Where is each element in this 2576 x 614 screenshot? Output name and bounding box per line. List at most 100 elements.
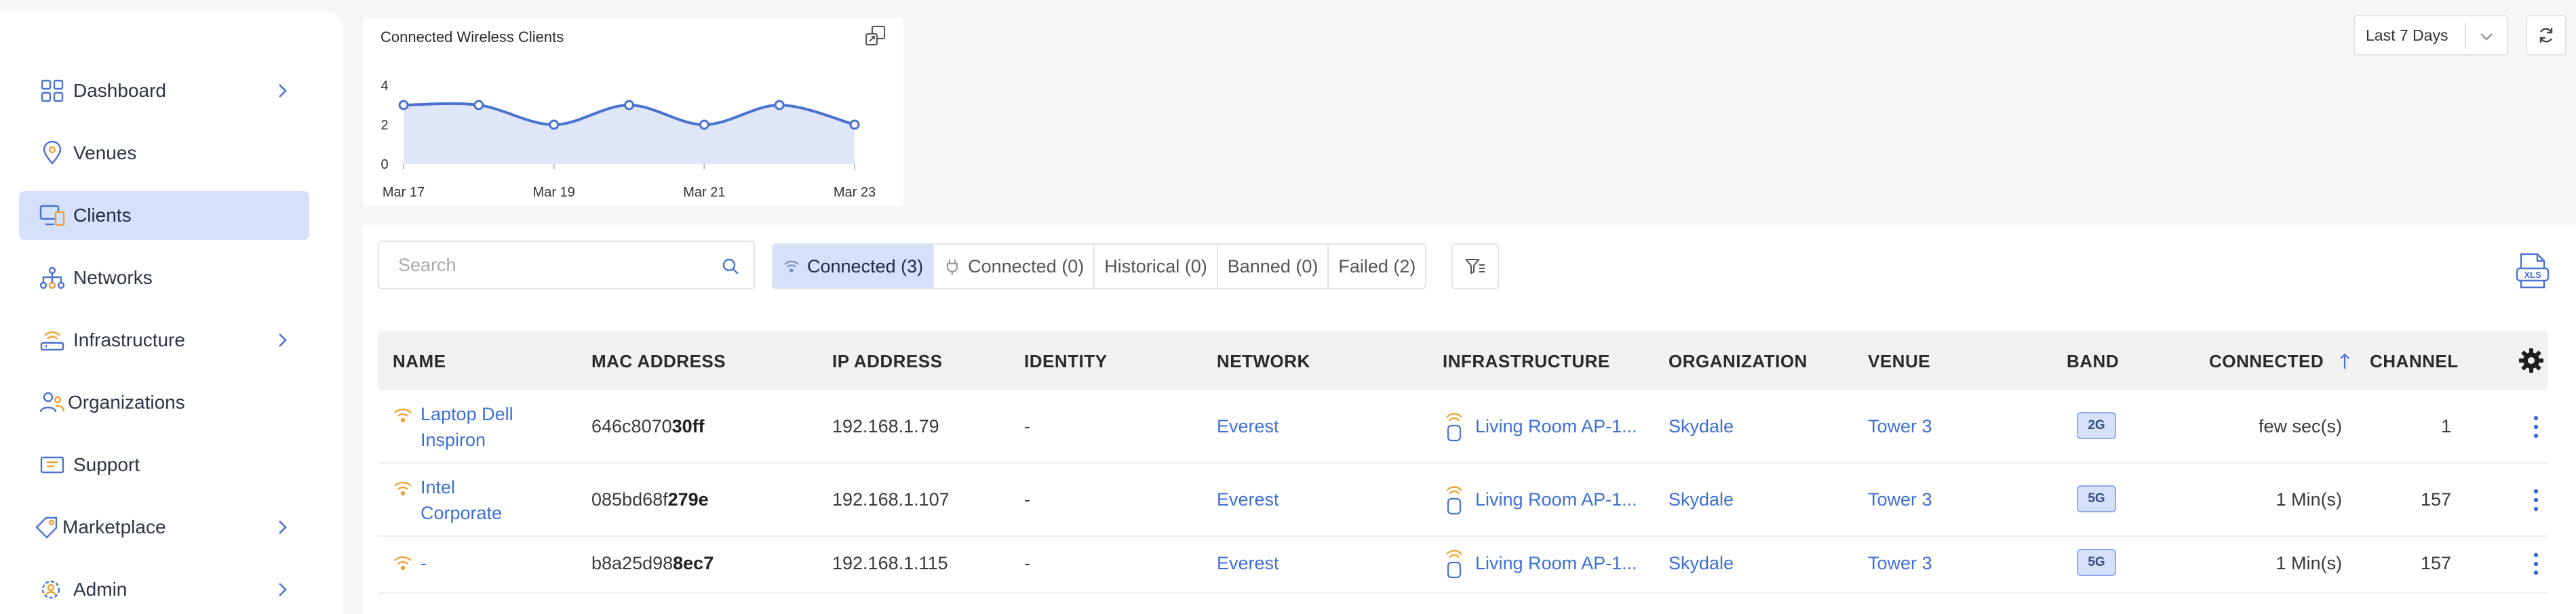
sidebar-item-infrastructure[interactable]: Infrastructure [19,316,309,365]
table-row[interactable]: Intel Corporate 085bd68f279e 192.168.1.1… [378,464,2548,537]
date-range-select[interactable]: Last 7 Days [2354,15,2508,56]
admin-gear-user-icon [37,574,68,605]
identity: - [1024,416,1030,436]
tab-banned[interactable]: Banned (0) [1217,245,1329,288]
connected-duration: few sec(s) [2258,416,2342,436]
venue-link[interactable]: Tower 3 [1868,416,1932,437]
col-header-ip[interactable]: IP ADDRESS [832,351,943,372]
x-tick-label: Mar 21 [683,185,725,200]
venue-link[interactable]: Tower 3 [1868,489,1932,510]
tab-label: Failed (2) [1338,255,1416,277]
sidebar-item-label: Admin [73,579,128,600]
col-header-network[interactable]: NETWORK [1217,351,1310,372]
refresh-icon [2539,28,2553,43]
sidebar-item-marketplace[interactable]: Marketplace [19,503,309,552]
mac-prefix: 646c8070 [591,416,672,436]
tab-label: Banned (0) [1227,255,1319,277]
y-tick-label: 4 [380,79,388,94]
tab-failed[interactable]: Failed (2) [1329,245,1426,288]
expand-icon[interactable] [864,24,887,47]
network-link[interactable]: Everest [1217,416,1279,437]
client-name-link[interactable]: - [421,553,427,574]
wifi-signal-icon [394,556,412,571]
x-tick-label: Mar 23 [834,185,876,200]
chevron-right-icon[interactable] [273,580,292,599]
infrastructure-link[interactable]: Living Room AP-1... [1475,553,1637,574]
refresh-button[interactable] [2526,15,2567,56]
column-filter-button[interactable] [1451,243,1499,289]
sidebar-item-label: Clients [73,205,132,226]
network-link[interactable]: Everest [1217,553,1279,574]
mac-suffix: 30ff [671,416,705,436]
filter-icon [1464,259,1485,274]
tab-connected-wired[interactable]: Connected (0) [934,245,1095,288]
chart-data-point [398,100,409,110]
col-header-identity[interactable]: IDENTITY [1024,351,1107,372]
chevron-right-icon[interactable] [273,81,292,100]
network-link[interactable]: Everest [1217,489,1279,510]
table-row[interactable]: - b8a25d988ec7 192.168.1.115 - Everest L… [378,537,2548,594]
ip-address: 192.168.1.79 [832,416,939,436]
identity: - [1024,489,1030,510]
table-row[interactable]: Laptop Dell Inspiron 646c807030ff 192.16… [378,390,2548,464]
organization-link[interactable]: Skydale [1668,489,1734,510]
col-header-venue[interactable]: VENUE [1868,351,1930,372]
access-point-icon [1446,550,1462,579]
col-header-name[interactable]: NAME [393,351,446,372]
client-name-link[interactable]: Laptop Dell [421,404,513,425]
col-header-channel[interactable]: CHANNEL [2370,351,2459,372]
export-xls-button[interactable]: XLS [2514,252,2551,290]
col-header-connected[interactable]: CONNECTED [2209,351,2351,372]
sidebar-item-organizations[interactable]: Organizations [19,378,309,427]
sidebar-item-clients[interactable]: Clients [19,191,309,240]
kebab-menu-icon[interactable] [2531,552,2541,576]
tab-connected-wireless[interactable]: Connected (3) [773,245,935,288]
mac-suffix: 279e [667,489,709,510]
search-icon[interactable] [721,257,740,276]
venue-link[interactable]: Tower 3 [1868,553,1932,574]
col-header-mac[interactable]: MAC ADDRESS [591,351,726,372]
chart-title: Connected Wireless Clients [380,28,564,45]
search-box[interactable] [378,241,755,289]
tab-label: Connected (3) [807,255,924,277]
sidebar-item-label: Dashboard [73,80,166,101]
col-header-organization[interactable]: ORGANIZATION [1668,351,1808,372]
channel: 1 [2440,416,2451,436]
dashboard-grid-icon [37,75,68,106]
sidebar-item-support[interactable]: Support [19,441,309,489]
organization-link[interactable]: Skydale [1668,416,1734,437]
client-name-link-line2[interactable]: Corporate [421,503,502,524]
sidebar-item-venues[interactable]: Venues [19,129,309,178]
client-name-link-line2[interactable]: Inspiron [421,430,486,451]
col-header-band[interactable]: BAND [2067,351,2119,372]
xls-file-icon: XLS [2516,253,2550,289]
organization-link[interactable]: Skydale [1668,553,1734,574]
sort-ascending-icon[interactable] [2339,352,2351,370]
sidebar-item-networks[interactable]: Networks [19,253,309,302]
mac-address: b8a25d988ec7 [591,553,714,574]
sidebar-item-dashboard[interactable]: Dashboard [19,66,309,115]
sidebar-item-label: Venues [73,142,137,163]
band-badge: 5G [2077,485,2116,512]
sidebar-item-label: Organizations [68,392,185,413]
chevron-right-icon[interactable] [273,518,292,537]
chart-data-point [473,100,484,110]
mac-prefix: b8a25d98 [591,553,674,573]
wifi-signal-icon [394,408,412,423]
col-header-infrastructure[interactable]: INFRASTRUCTURE [1443,351,1610,372]
chevron-right-icon[interactable] [273,331,292,350]
tab-historical[interactable]: Historical (0) [1095,245,1218,288]
sidebar-item-label: Networks [73,267,153,288]
table-settings-gear-icon[interactable] [2518,347,2545,374]
kebab-menu-icon[interactable] [2531,488,2541,512]
sidebar-item-admin[interactable]: Admin [19,565,309,614]
infrastructure-link[interactable]: Living Room AP-1... [1475,416,1637,437]
kebab-menu-icon[interactable] [2531,415,2541,439]
wired-plug-icon [947,260,958,274]
sidebar: Dashboard Venues Clients Networks Infras… [0,12,343,614]
search-input[interactable] [398,254,697,276]
access-point-icon [1446,413,1462,442]
date-range-label: Last 7 Days [2366,26,2448,44]
client-name-link[interactable]: Intel [421,477,455,498]
infrastructure-link[interactable]: Living Room AP-1... [1475,489,1637,510]
